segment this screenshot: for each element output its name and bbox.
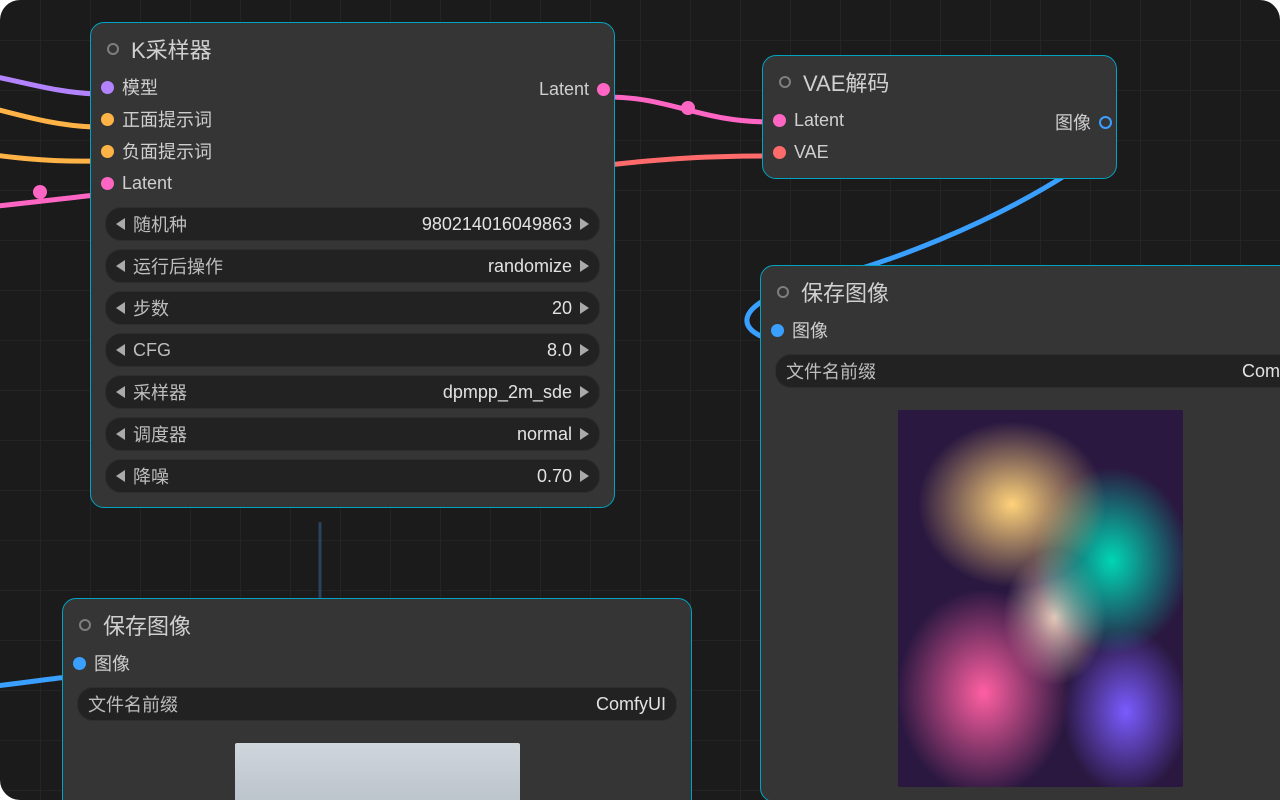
widget-value: dpmpp_2m_sde [195, 382, 572, 403]
node-header[interactable]: K采样器 [91, 23, 614, 73]
arrow-left-icon[interactable] [116, 302, 125, 314]
arrow-right-icon[interactable] [580, 386, 589, 398]
arrow-left-icon[interactable] [116, 428, 125, 440]
widget-label: 调度器 [133, 421, 187, 447]
widget-after-generate[interactable]: 运行后操作 randomize [105, 249, 600, 283]
node-save-image-right[interactable]: 保存图像 图像 文件名前缀 Comfy [760, 265, 1280, 800]
collapse-toggle-icon[interactable] [107, 43, 119, 55]
arrow-left-icon[interactable] [116, 470, 125, 482]
widget-label: CFG [133, 340, 171, 361]
widget-sampler[interactable]: 采样器 dpmpp_2m_sde [105, 375, 600, 409]
arrow-left-icon[interactable] [116, 386, 125, 398]
widget-label: 文件名前缀 [88, 691, 178, 717]
input-label-latent: Latent [122, 173, 172, 194]
node-header[interactable]: VAE解码 [763, 56, 1116, 106]
node-header[interactable]: 保存图像 [63, 599, 691, 649]
node-ksampler[interactable]: K采样器 Latent 模型 正面提示词 负面提示词 Latent [90, 22, 615, 508]
node-title: VAE解码 [803, 66, 889, 98]
node-title: 保存图像 [103, 609, 191, 641]
node-header[interactable]: 保存图像 [761, 266, 1280, 316]
input-label-positive: 正面提示词 [122, 106, 212, 132]
collapse-toggle-icon[interactable] [79, 619, 91, 631]
widget-value: 20 [177, 298, 572, 319]
widget-label: 随机种 [133, 211, 187, 237]
arrow-right-icon[interactable] [580, 260, 589, 272]
input-port-negative[interactable] [101, 145, 114, 158]
input-label-image: 图像 [94, 650, 130, 676]
widget-label: 步数 [133, 295, 169, 321]
node-title: 保存图像 [801, 276, 889, 308]
widget-label: 采样器 [133, 379, 187, 405]
collapse-toggle-icon[interactable] [777, 286, 789, 298]
input-port-latent[interactable] [101, 177, 114, 190]
arrow-left-icon[interactable] [116, 344, 125, 356]
output-label-image: 图像 [1055, 109, 1091, 135]
widget-denoise[interactable]: 降噪 0.70 [105, 459, 600, 493]
input-label-latent: Latent [794, 110, 844, 131]
widget-value: Comfy [884, 361, 1280, 382]
node-vae-decode[interactable]: VAE解码 图像 Latent VAE [762, 55, 1117, 179]
image-preview[interactable] [898, 410, 1183, 787]
link-dot [33, 185, 47, 199]
widget-steps[interactable]: 步数 20 [105, 291, 600, 325]
output-port-latent[interactable] [597, 83, 610, 96]
output-port-image[interactable] [1099, 116, 1112, 129]
arrow-right-icon[interactable] [580, 428, 589, 440]
input-label-image: 图像 [792, 317, 828, 343]
node-save-image-left[interactable]: 保存图像 图像 文件名前缀 ComfyUI [62, 598, 692, 800]
widget-value: ComfyUI [186, 694, 666, 715]
input-port-image[interactable] [73, 657, 86, 670]
widget-label: 运行后操作 [133, 253, 223, 279]
arrow-right-icon[interactable] [580, 344, 589, 356]
widget-filename-prefix[interactable]: 文件名前缀 ComfyUI [77, 687, 677, 721]
widget-cfg[interactable]: CFG 8.0 [105, 333, 600, 367]
arrow-right-icon[interactable] [580, 218, 589, 230]
input-port-image[interactable] [771, 324, 784, 337]
arrow-left-icon[interactable] [116, 218, 125, 230]
widget-value: normal [195, 424, 572, 445]
arrow-right-icon[interactable] [580, 470, 589, 482]
widget-scheduler[interactable]: 调度器 normal [105, 417, 600, 451]
widget-value: randomize [231, 256, 572, 277]
input-port-vae[interactable] [773, 146, 786, 159]
input-port-model[interactable] [101, 81, 114, 94]
widget-value: 0.70 [177, 466, 572, 487]
widget-label: 降噪 [133, 463, 169, 489]
widget-seed[interactable]: 随机种 980214016049863 [105, 207, 600, 241]
input-port-latent[interactable] [773, 114, 786, 127]
image-preview[interactable] [235, 743, 520, 800]
node-title: K采样器 [131, 33, 212, 65]
link-dot [681, 101, 695, 115]
output-label-latent: Latent [539, 79, 589, 100]
node-graph-canvas[interactable]: K采样器 Latent 模型 正面提示词 负面提示词 Latent [0, 0, 1280, 800]
input-port-positive[interactable] [101, 113, 114, 126]
widget-filename-prefix[interactable]: 文件名前缀 Comfy [775, 354, 1280, 388]
input-label-model: 模型 [122, 74, 158, 100]
input-label-vae: VAE [794, 142, 829, 163]
widget-label: 文件名前缀 [786, 358, 876, 384]
collapse-toggle-icon[interactable] [779, 76, 791, 88]
arrow-left-icon[interactable] [116, 260, 125, 272]
input-label-negative: 负面提示词 [122, 138, 212, 164]
arrow-right-icon[interactable] [580, 302, 589, 314]
widget-value: 980214016049863 [195, 214, 572, 235]
widget-value: 8.0 [179, 340, 572, 361]
